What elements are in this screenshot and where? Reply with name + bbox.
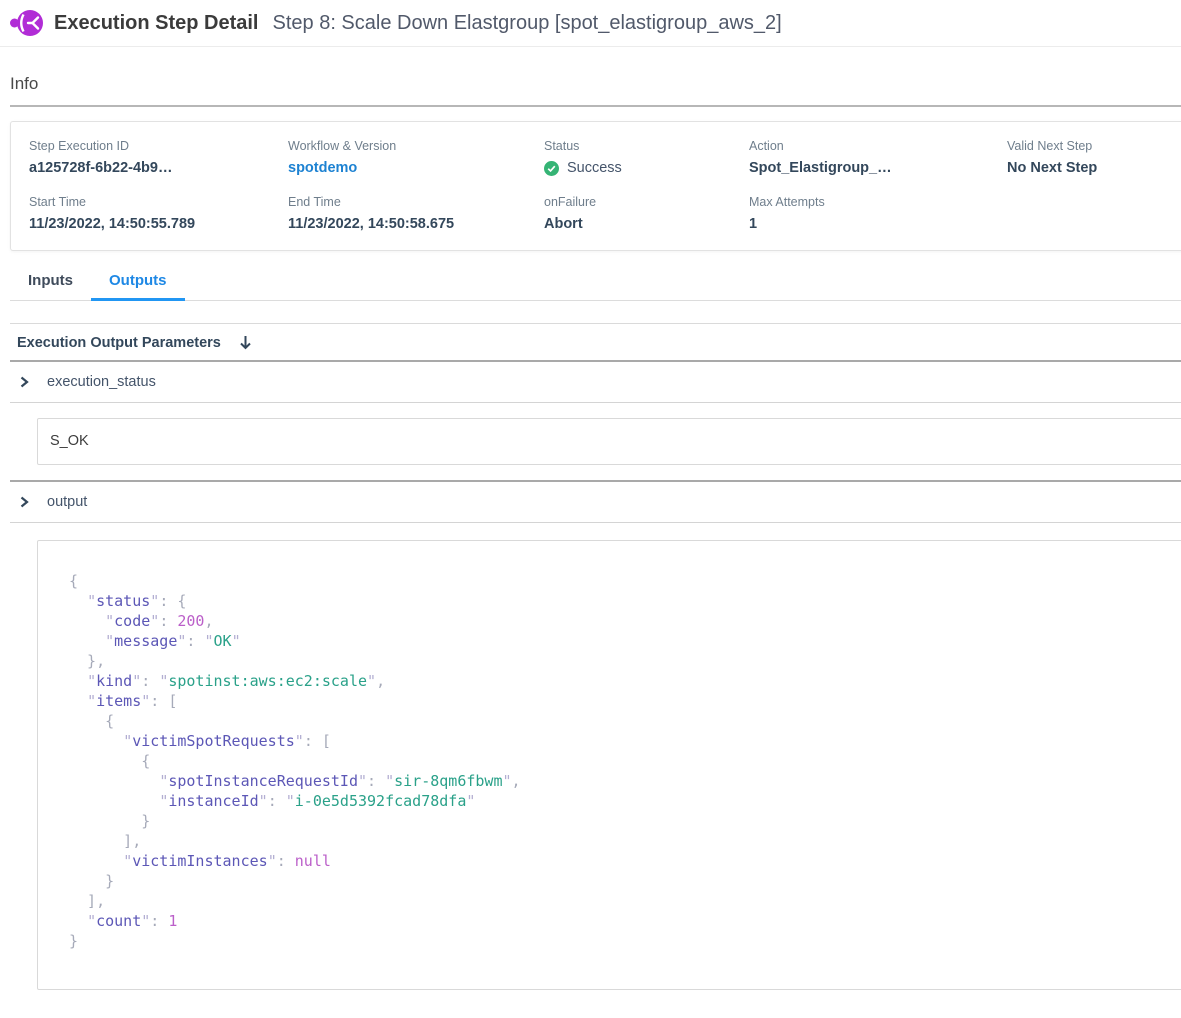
info-field: Valid Next Step No Next Step <box>1007 139 1181 176</box>
info-field <box>1007 195 1181 232</box>
check-circle-icon <box>544 161 559 176</box>
field-value: Success <box>544 160 749 176</box>
field-value: Spot_Elastigroup_… <box>749 160 1007 176</box>
output-parameters-header: Execution Output Parameters <box>10 323 1181 360</box>
info-field: End Time 11/23/2022, 14:50:58.675 <box>288 195 544 232</box>
field-value: No Next Step <box>1007 160 1181 176</box>
output-parameters-title: Execution Output Parameters <box>17 335 221 351</box>
field-label: Status <box>544 139 749 153</box>
execution-status-value-panel: S_OK <box>37 418 1181 465</box>
field-label: Action <box>749 139 1007 153</box>
field-value[interactable]: spotdemo <box>288 160 544 176</box>
status-text: Success <box>567 160 622 176</box>
info-field: Action Spot_Elastigroup_… <box>749 139 1007 176</box>
tab-outputs[interactable]: Outputs <box>91 265 185 301</box>
arrow-down-icon[interactable] <box>238 334 253 351</box>
output-json-code: { "status": { "code": 200, "message": "O… <box>69 571 1181 951</box>
chevron-right-icon <box>18 495 30 509</box>
info-field: Workflow & Version spotdemo <box>288 139 544 176</box>
chevron-right-icon <box>18 375 30 389</box>
info-field: Start Time 11/23/2022, 14:50:55.789 <box>29 195 288 232</box>
info-card: Step Execution ID a125728f-6b22-4b9…Workf… <box>10 121 1181 251</box>
field-value: 11/23/2022, 14:50:55.789 <box>29 216 288 232</box>
tab-inputs[interactable]: Inputs <box>10 265 91 301</box>
page-title: Execution Step Detail <box>54 12 259 35</box>
page-subtitle: Step 8: Scale Down Elastgroup [spot_elas… <box>273 12 782 35</box>
field-value: Abort <box>544 216 749 232</box>
info-field: onFailure Abort <box>544 195 749 232</box>
info-field: Max Attempts 1 <box>749 195 1007 232</box>
param-name: execution_status <box>47 374 156 390</box>
param-name: output <box>47 494 87 510</box>
param-row-execution-status[interactable]: execution_status <box>10 360 1181 403</box>
info-section-heading: Info <box>10 47 1181 107</box>
param-row-output[interactable]: output <box>10 480 1181 523</box>
field-value: 1 <box>749 216 1007 232</box>
execution-status-value: S_OK <box>50 433 89 449</box>
field-value: 11/23/2022, 14:50:58.675 <box>288 216 544 232</box>
field-label: End Time <box>288 195 544 209</box>
info-field: Status Success <box>544 139 749 176</box>
app-header: Execution Step Detail Step 8: Scale Down… <box>0 0 1181 47</box>
field-label: Valid Next Step <box>1007 139 1181 153</box>
page-body: Info Step Execution ID a125728f-6b22-4b9…… <box>0 47 1181 990</box>
brand-logo-icon <box>10 8 44 38</box>
tabs: InputsOutputs <box>10 251 1181 301</box>
field-label: onFailure <box>544 195 749 209</box>
output-json-panel: { "status": { "code": 200, "message": "O… <box>37 540 1181 990</box>
field-value: a125728f-6b22-4b9… <box>29 160 288 176</box>
field-label: Step Execution ID <box>29 139 288 153</box>
field-label: Workflow & Version <box>288 139 544 153</box>
field-label: Max Attempts <box>749 195 1007 209</box>
info-grid: Step Execution ID a125728f-6b22-4b9…Workf… <box>29 139 1181 232</box>
field-label: Start Time <box>29 195 288 209</box>
info-field: Step Execution ID a125728f-6b22-4b9… <box>29 139 288 176</box>
